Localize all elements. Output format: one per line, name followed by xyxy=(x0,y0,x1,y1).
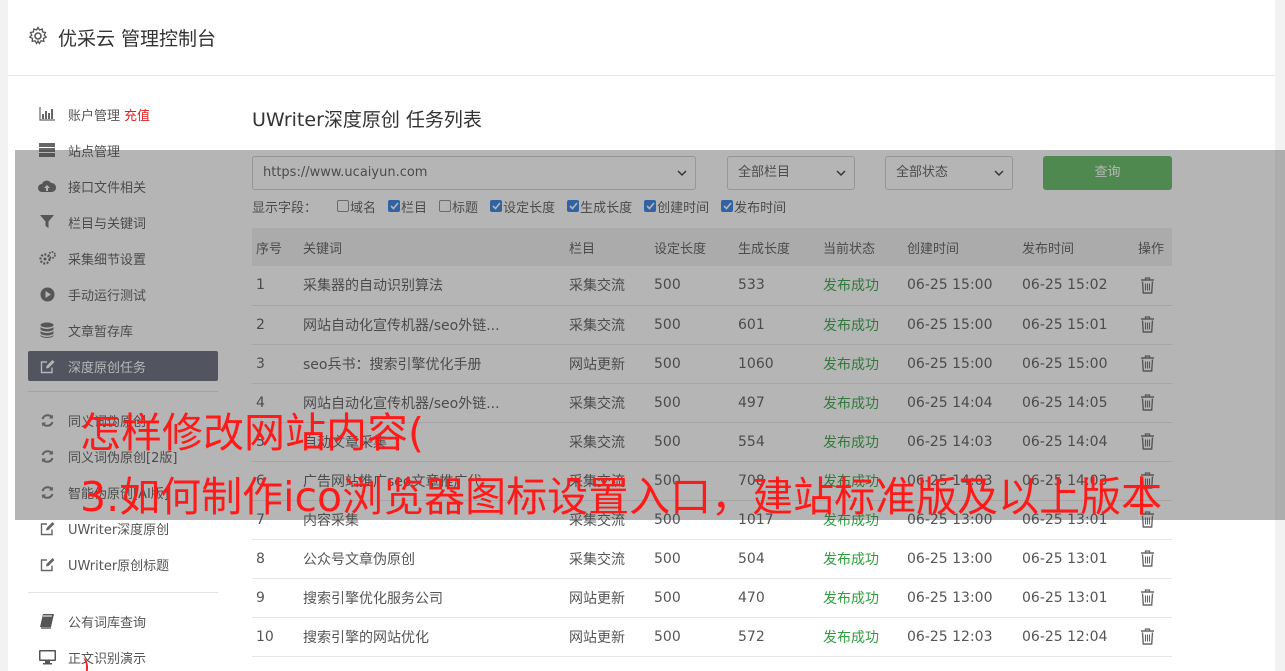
table-cell: 504 xyxy=(734,539,819,579)
table-cell: 470 xyxy=(734,578,819,618)
sidebar-divider xyxy=(28,592,218,593)
table-cell: 06-25 12:04 xyxy=(1018,617,1134,657)
table-cell: 500 xyxy=(650,578,734,618)
recharge-link[interactable]: 充值 xyxy=(124,105,150,124)
top-bar: 优采云 管理控制台 xyxy=(8,0,1275,76)
gear-icon[interactable] xyxy=(28,26,48,46)
page-title: UWriter深度原创 任务列表 xyxy=(252,109,482,131)
monitor-icon xyxy=(38,648,56,666)
table-cell: 10 xyxy=(252,617,299,657)
action-cell xyxy=(1134,578,1172,618)
sidebar-item-label: 正文识别演示 xyxy=(68,651,147,667)
status-cell: 发布成功 xyxy=(819,617,903,657)
table-cell: 06-25 13:00 xyxy=(903,578,1018,618)
table-cell: 06-25 13:01 xyxy=(1018,539,1134,579)
bar-chart-icon xyxy=(38,105,56,123)
table-cell: 06-25 12:03 xyxy=(903,617,1018,657)
sidebar-item-label: 公有词库查询 xyxy=(68,615,147,631)
sidebar-item-public-lexicon[interactable]: 公有词库查询 xyxy=(28,603,218,639)
action-cell xyxy=(1134,617,1172,657)
book-icon xyxy=(38,612,56,630)
watermark-line-2: 3.如何制作ico浏览器图标设置入口，建站标准版及以上版本 xyxy=(80,473,1163,521)
sidebar-item-label: 账户管理 xyxy=(68,108,121,124)
table-cell: 网站更新 xyxy=(565,578,650,618)
table-cell: 500 xyxy=(650,617,734,657)
dim-overlay xyxy=(15,150,1285,520)
sidebar-item-label: UWriter深度原创 xyxy=(68,522,170,538)
table-cell: 06-25 13:01 xyxy=(1018,578,1134,618)
table-cell: 采集交流 xyxy=(565,539,650,579)
table-row: 9 搜索引擎优化服务公司 网站更新 500 470 发布成功 06-25 13:00 06-2… xyxy=(252,578,1172,618)
table-cell: 搜索引擎优化服务公司 xyxy=(299,578,565,618)
watermark-line-1: 怎样修改网站内容( xyxy=(80,409,424,457)
trash-icon[interactable] xyxy=(1140,628,1155,645)
table-cell: 网站更新 xyxy=(565,617,650,657)
table-cell: 06-25 13:00 xyxy=(903,539,1018,579)
edit-icon xyxy=(38,519,56,537)
table-row: 8 公众号文章伪原创 采集交流 500 504 发布成功 06-25 13:00 06-25 … xyxy=(252,539,1172,579)
table-cell: 搜索引擎的网站优化 xyxy=(299,617,565,657)
action-cell xyxy=(1134,539,1172,579)
app-title: 优采云 管理控制台 xyxy=(58,28,217,50)
sidebar-item-text-recognition[interactable]: 正文识别演示 xyxy=(28,639,218,671)
edit-icon xyxy=(38,555,56,573)
status-cell: 发布成功 xyxy=(819,578,903,618)
table-cell: 9 xyxy=(252,578,299,618)
trash-icon[interactable] xyxy=(1140,589,1155,606)
sidebar-item-label: UWriter原创标题 xyxy=(68,558,170,574)
table-cell: 8 xyxy=(252,539,299,579)
table-cell: 500 xyxy=(650,539,734,579)
watermark-line-3: ) xyxy=(82,655,90,671)
sidebar-item-account[interactable]: 账户管理 充值 xyxy=(28,96,218,132)
status-cell: 发布成功 xyxy=(819,539,903,579)
trash-icon[interactable] xyxy=(1140,550,1155,567)
sidebar-item-uwriter-title[interactable]: UWriter原创标题 xyxy=(28,546,218,582)
table-cell: 572 xyxy=(734,617,819,657)
table-cell: 公众号文章伪原创 xyxy=(299,539,565,579)
table-row: 10 搜索引擎的网站优化 网站更新 500 572 发布成功 06-25 12:03 06-2… xyxy=(252,617,1172,657)
